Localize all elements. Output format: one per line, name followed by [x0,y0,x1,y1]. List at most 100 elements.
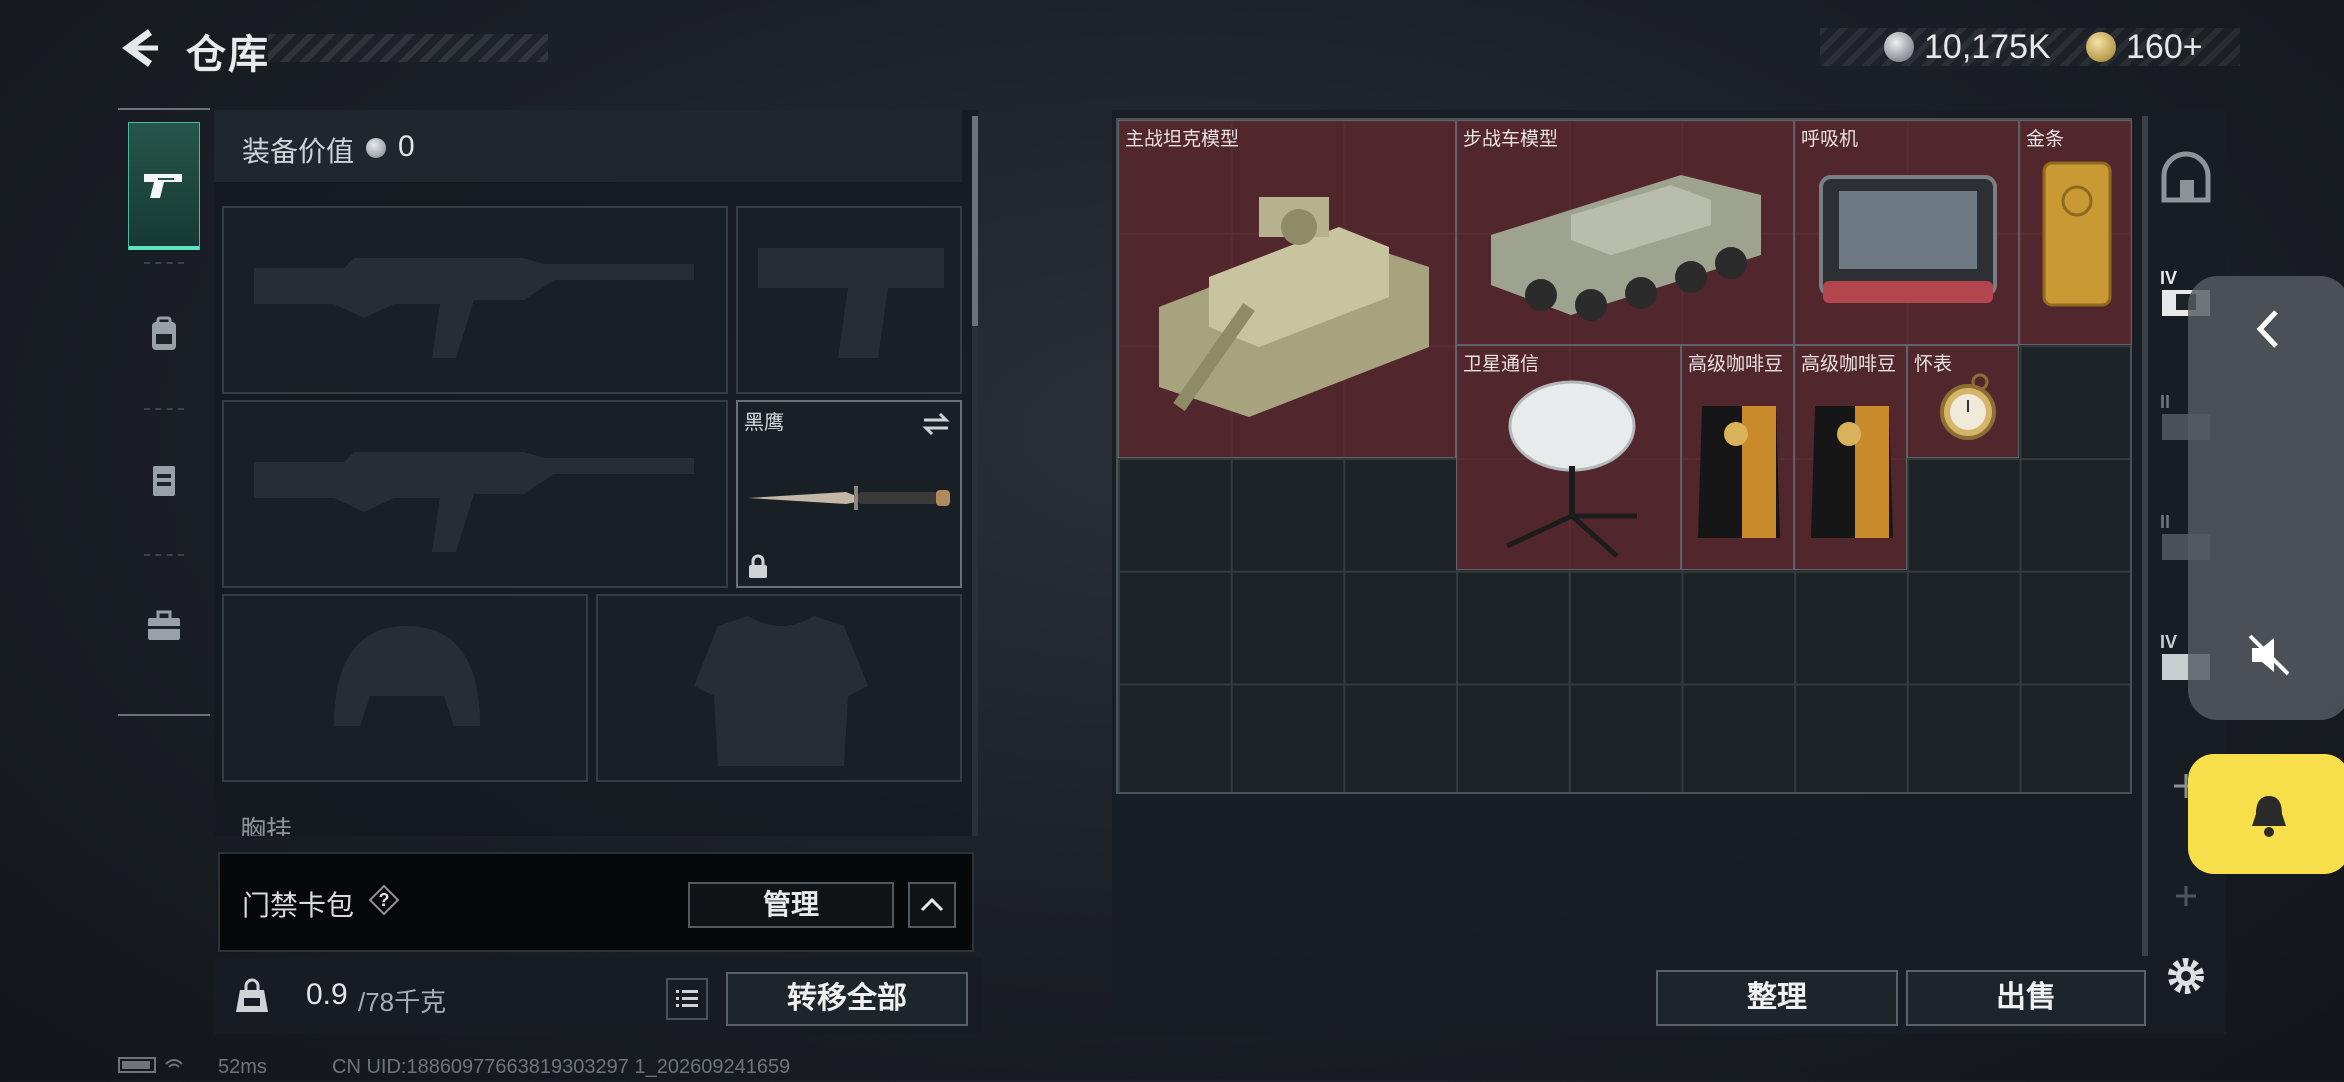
sell-button[interactable]: 出售 [1906,970,2146,1026]
lock-icon [749,554,767,578]
help-icon[interactable]: ? [368,884,400,916]
mute-icon[interactable] [2244,630,2294,680]
keycard-label: 门禁卡包 [242,890,355,921]
tier-label: II [2160,392,2170,412]
gold-coin-icon [2086,32,2116,62]
chevron-left-icon[interactable] [2244,304,2294,354]
helmet-slot[interactable] [222,594,588,782]
vest-icon [153,466,175,496]
list-view-button[interactable] [666,978,708,1020]
coffee-bag-icon [1811,406,1893,538]
help-glyph: ? [379,890,390,910]
pocket-watch-icon [1940,373,1996,440]
rifle-silhouette-icon [254,452,694,552]
expand-button[interactable] [908,882,956,928]
title-decoration [268,34,548,62]
pistol-slot[interactable] [736,206,962,394]
weight-icon [232,976,272,1016]
tank-model-icon [1159,197,1429,417]
storage-item[interactable]: 主战坦克模型 [1118,120,1456,458]
rifle-silhouette-icon [254,258,694,358]
chevron-up-icon [920,897,944,912]
chest-rig-label: 胸挂 [240,815,293,836]
silver-coin-icon [366,138,386,158]
item-name: 金条 [2026,129,2065,150]
notification-button[interactable] [2188,754,2344,874]
briefcase-icon [148,610,180,640]
page-title: 仓库 [186,33,270,77]
back-arrow-icon [122,29,158,67]
weight-current: 0.9 [306,978,348,1011]
safe-icon [2161,151,2211,203]
storage-item[interactable]: 步战车模型 [1456,120,1794,345]
storage-item[interactable]: 高级咖啡豆 [1681,345,1794,570]
storage-item[interactable]: 高级咖啡豆 [1794,345,1907,570]
melee-name: 黑鹰 [744,412,784,434]
kettlebell-icon [236,978,268,1012]
silver-coin-icon [1884,32,1914,62]
pistol-icon [144,173,182,198]
bell-icon [2252,796,2286,837]
equipment-value-label: 装备价值 [242,136,355,167]
storage-item[interactable]: 怀表 [1907,345,2019,458]
ventilator-icon [1819,175,1997,303]
add-container-button[interactable] [2158,866,2214,926]
help-diamond-icon: ? [368,884,400,916]
user-uid: CN UID:18860977663819303297 1_2026092416… [332,1056,791,1078]
coffee-bag-icon [1698,406,1780,538]
tab-weapons[interactable] [128,122,200,250]
settings-button[interactable] [2164,954,2208,998]
loadout-tabs [118,108,210,716]
keycard-bar: 门禁卡包 ? 管理 [218,852,974,952]
storage-item[interactable]: 卫星通信 [1456,345,1681,570]
battery-wifi-icon [118,1057,183,1073]
equipment-panel: 装备价值 0 黑鹰 胸挂 [214,110,978,836]
tab-vest[interactable] [128,416,200,544]
gold-currency-value[interactable]: 160+ [2126,28,2203,67]
swap-icon[interactable] [920,410,952,438]
weight-bar: 0.9 /78千克 转移全部 [214,958,982,1034]
sort-button[interactable]: 整理 [1656,970,1898,1026]
primary-weapon-slot[interactable] [222,206,728,394]
item-name: 高级咖啡豆 [1801,354,1897,375]
device-status [118,1054,208,1082]
body-armor-silhouette-icon [694,616,868,766]
list-icon [676,990,698,1007]
transfer-all-button[interactable]: 转移全部 [726,972,968,1026]
back-button[interactable] [118,26,162,70]
tier-label: IV [2160,632,2177,652]
item-name: 主战坦克模型 [1125,129,1240,150]
helmet-silhouette-icon [334,626,480,726]
equipment-value: 0 [398,130,415,163]
container-tab-safe[interactable] [2158,150,2214,210]
floating-toolbar [2188,276,2344,720]
tab-case[interactable] [128,562,200,690]
equipment-scroll-thumb[interactable] [972,116,978,326]
weight-max: /78千克 [358,987,447,1017]
gear-icon [2168,958,2204,994]
equipment-value-header: 装备价值 0 [214,110,962,182]
tier-label: II [2160,512,2170,532]
pistol-silhouette-icon [758,248,944,358]
storage-item[interactable]: 呼吸机 [1794,120,2019,345]
knife-icon [748,486,950,510]
armor-slot[interactable] [596,594,962,782]
storage-panel: 主战坦克模型 步战车模型 呼吸机 金条 卫星通信 高级咖啡豆 高级咖啡豆 怀表 … [1112,110,2226,1034]
backpack-icon [152,316,176,350]
storage-item[interactable]: 金条 [2019,120,2132,345]
ifv-model-icon [1491,175,1761,321]
manage-button[interactable]: 管理 [688,882,894,928]
item-name: 呼吸机 [1801,129,1859,150]
ping-value: 52ms [218,1056,267,1078]
tier-label: IV [2160,268,2177,288]
item-name: 高级咖啡豆 [1688,354,1784,375]
gold-bar-icon [2042,161,2112,307]
plus-icon [2176,886,2196,906]
storage-scrollbar[interactable] [2142,116,2148,956]
melee-slot[interactable]: 黑鹰 [736,400,962,588]
storage-grid[interactable]: 主战坦克模型 步战车模型 呼吸机 金条 卫星通信 高级咖啡豆 高级咖啡豆 怀表 [1116,118,2132,794]
silver-currency-value[interactable]: 10,175K [1924,28,2051,67]
satellite-dish-icon [1505,380,1637,558]
secondary-weapon-slot[interactable] [222,400,728,588]
tab-backpack[interactable] [128,270,200,398]
